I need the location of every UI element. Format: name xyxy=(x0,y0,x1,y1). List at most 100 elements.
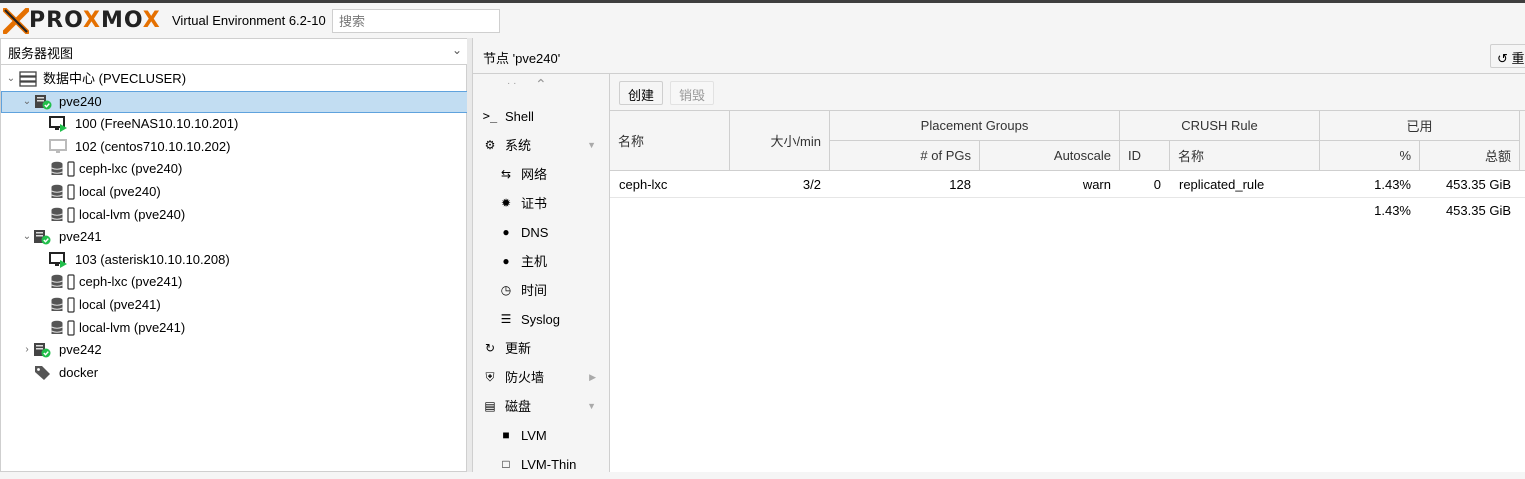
tree-item-storage-ceph-lxc-pve240[interactable]: ceph-lxc (pve240) xyxy=(1,158,468,181)
cell-used-total: 453.35 GiB xyxy=(1445,177,1511,192)
vm-running-icon xyxy=(49,116,67,133)
tree-item-pve242[interactable]: › pve242 xyxy=(1,339,468,362)
tree-item-label: local (pve240) xyxy=(79,183,161,199)
menu-item-certificates[interactable]: ✹ 证书 xyxy=(473,189,610,218)
tree-item-storage-local-lvm-pve240[interactable]: local-lvm (pve240) xyxy=(1,204,468,227)
list-icon: ☰ xyxy=(500,312,512,326)
menu-item-hosts[interactable]: ● 主机 xyxy=(473,247,610,276)
tree-item-label: 数据中心 (PVECLUSER) xyxy=(43,71,187,86)
tree-item-docker[interactable]: docker xyxy=(1,362,468,385)
tree-item-label: local-lvm (pve241) xyxy=(79,319,186,335)
tree-item-pve241[interactable]: ⌄ pve241 xyxy=(1,226,468,249)
col-header-filler xyxy=(1520,111,1525,171)
chevron-down-icon[interactable]: ⌄ xyxy=(21,91,33,113)
tree-item-label: pve241 xyxy=(59,229,102,245)
col-group-crush-rule: CRUSH Rule xyxy=(1120,111,1320,141)
hdd-icon: ▤ xyxy=(484,399,496,413)
menu-item-firewall[interactable]: ⛨ 防火墙 ▶ xyxy=(473,363,610,392)
vm-running-icon xyxy=(49,251,67,268)
reload-button[interactable]: ↺ 重 xyxy=(1490,44,1525,68)
cell-crush-name: replicated_rule xyxy=(1179,177,1265,192)
node-nav-menu: · · ⌃ >_ Shell ⚙ 系统 ▼ ⇆ 网络 ✹ 证书 ● DNS ● … xyxy=(473,74,610,472)
node-online-icon xyxy=(34,230,51,245)
tree-item-vm-102[interactable]: 102 (centos710.10.10.202) xyxy=(1,136,468,159)
menu-item-updates[interactable]: ↻ 更新 xyxy=(473,334,610,363)
chevron-up-icon: ⌃ xyxy=(535,76,547,92)
proxmox-x-icon xyxy=(3,8,29,34)
tree-item-storage-local-pve241[interactable]: local (pve241) xyxy=(1,294,468,317)
destroy-button[interactable]: 销毁 xyxy=(670,81,715,105)
menu-scroll-up[interactable]: · · ⌃ xyxy=(473,74,610,102)
storage-icon xyxy=(51,206,75,223)
menu-item-lvm[interactable]: ■ LVM xyxy=(473,421,610,450)
top-bar: PROXMOX Virtual Environment 6.2-10 xyxy=(0,0,1525,38)
product-version: Virtual Environment 6.2-10 xyxy=(172,13,326,28)
chevron-down-icon: ▼ xyxy=(587,401,596,411)
chevron-down-icon[interactable]: ⌄ xyxy=(21,226,33,248)
menu-item-syslog[interactable]: ☰ Syslog xyxy=(473,305,610,334)
tree-item-vm-100[interactable]: 100 (FreeNAS10.10.10.201) xyxy=(1,113,468,136)
tree-item-storage-local-pve240[interactable]: local (pve240) xyxy=(1,181,468,204)
col-header-crush-name[interactable]: 名称 xyxy=(1170,141,1320,171)
grid-toolbar: 创建 销毁 xyxy=(610,74,1525,111)
tree-item-storage-local-lvm-pve241[interactable]: local-lvm (pve241) xyxy=(1,317,468,340)
node-online-icon xyxy=(35,94,52,110)
storage-icon xyxy=(51,274,75,290)
col-header-crush-id[interactable]: ID xyxy=(1120,141,1170,171)
tree-item-label: local-lvm (pve240) xyxy=(79,206,186,222)
refresh-icon: ↻ xyxy=(484,341,496,355)
table-row[interactable]: ceph-lxc 3/2 128 warn 0 replicated_rule … xyxy=(610,172,1525,197)
cell-num-pgs: 128 xyxy=(949,177,971,192)
tree-item-label: 102 (centos710.10.10.202) xyxy=(75,138,231,154)
chevron-down-icon: ▼ xyxy=(587,140,596,150)
node-online-icon xyxy=(34,343,51,358)
menu-item-lvm-thin[interactable]: □ LVM-Thin xyxy=(473,450,610,479)
menu-item-system[interactable]: ⚙ 系统 ▼ xyxy=(473,131,610,160)
menu-item-time[interactable]: ◷ 时间 xyxy=(473,276,610,305)
certificate-icon: ✹ xyxy=(500,196,512,210)
tree-item-label: ceph-lxc (pve240) xyxy=(79,161,183,177)
storage-icon xyxy=(51,161,75,177)
shell-icon: >_ xyxy=(482,109,498,123)
menu-item-disks[interactable]: ▤ 磁盘 ▼ xyxy=(473,392,610,421)
summary-row: 1.43% 453.35 GiB xyxy=(610,198,1525,223)
menu-item-shell[interactable]: >_ Shell xyxy=(473,102,610,131)
exchange-icon: ⇆ xyxy=(500,167,512,181)
tree-item-storage-ceph-lxc-pve241[interactable]: ceph-lxc (pve241) xyxy=(1,271,468,294)
col-group-used: 已用 xyxy=(1320,111,1520,141)
col-header-size-min[interactable]: 大小/min xyxy=(730,111,830,171)
col-header-used-total[interactable]: 总额 xyxy=(1420,141,1520,171)
cell-crush-id: 0 xyxy=(1153,177,1161,192)
tree-item-label: docker xyxy=(59,364,99,380)
menu-item-network[interactable]: ⇆ 网络 xyxy=(473,160,610,189)
chevron-down-icon[interactable]: ⌄ xyxy=(5,68,17,90)
search-input[interactable] xyxy=(332,9,500,33)
view-select[interactable]: 服务器视图 ⌄ xyxy=(1,39,468,65)
menu-item-dns[interactable]: ● DNS xyxy=(473,218,610,247)
col-header-num-pgs[interactable]: # of PGs xyxy=(830,141,980,171)
tree-item-label: 100 (FreeNAS10.10.10.201) xyxy=(75,116,239,132)
resource-tree-panel: 服务器视图 ⌄ ⌄ 数据中心 (PVECLUSER) ⌄ pve240 100 … xyxy=(0,38,468,472)
tree-item-label: ceph-lxc (pve241) xyxy=(79,274,183,290)
tree-item-pve240[interactable]: ⌄ pve240 xyxy=(1,90,468,114)
shield-icon: ⛨ xyxy=(485,370,495,384)
cell-name: ceph-lxc xyxy=(619,177,668,192)
globe-icon: ● xyxy=(502,225,510,239)
col-header-used-percent[interactable]: % xyxy=(1320,141,1420,171)
tree-item-datacenter[interactable]: ⌄ 数据中心 (PVECLUSER) xyxy=(1,68,468,91)
chevron-down-icon[interactable]: ⌄ xyxy=(452,43,462,57)
tree-item-vm-103[interactable]: 103 (asterisk10.10.10.208) xyxy=(1,249,468,272)
content-header: 节点 'pve240' ↺ 重 xyxy=(473,38,1525,74)
chevron-right-icon: ▶ xyxy=(589,372,596,382)
tree-item-label: pve242 xyxy=(59,342,102,358)
summary-used-total: 453.35 GiB xyxy=(1445,203,1511,218)
col-header-name[interactable]: 名称 xyxy=(610,111,730,171)
resource-tree: ⌄ 数据中心 (PVECLUSER) ⌄ pve240 100 (FreeNAS… xyxy=(1,68,468,384)
chevron-right-icon[interactable]: › xyxy=(21,339,33,361)
create-button[interactable]: 创建 xyxy=(619,81,664,105)
datacenter-icon xyxy=(19,71,37,87)
reload-button-label: 重 xyxy=(1511,51,1525,66)
col-header-autoscale[interactable]: Autoscale xyxy=(980,141,1120,171)
ellipsis-icon: · · xyxy=(507,78,517,89)
ceph-pools-panel: 创建 销毁 名称 大小/min Placement Groups # of PG… xyxy=(610,74,1525,472)
